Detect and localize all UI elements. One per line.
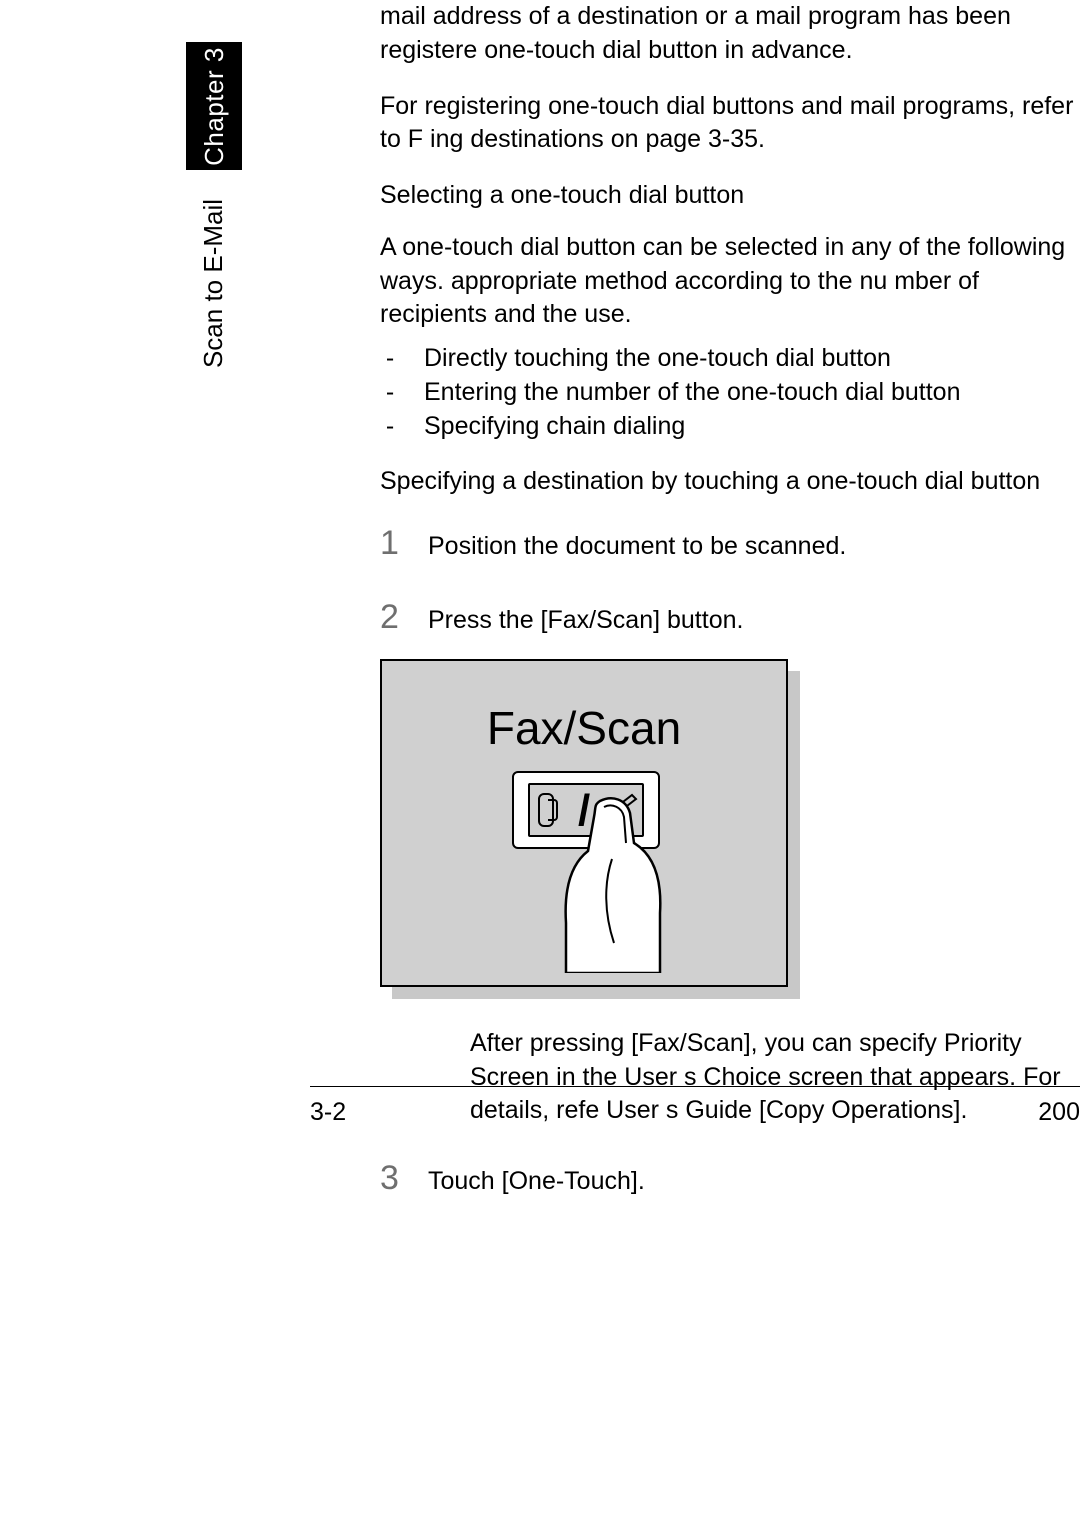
list-item: - Entering the number of the one-touch d… xyxy=(384,376,1080,410)
step-number: 3 xyxy=(380,1156,400,1202)
bullet-dash: - xyxy=(384,342,396,376)
step-item: 3 Touch [One-Touch]. xyxy=(380,1156,1080,1202)
paragraph: For registering one-touch dial buttons a… xyxy=(380,90,1080,158)
side-section-text: Scan to E-Mail xyxy=(199,198,230,367)
page-number: 3-2 xyxy=(310,1098,346,1127)
step-text: Position the document to be scanned. xyxy=(428,526,1080,564)
figure-label: Fax/Scan xyxy=(382,697,786,759)
figure-panel: Fax/Scan / xyxy=(380,659,788,987)
step-item: 2 Press the [Fax/Scan] button. xyxy=(380,595,1080,641)
subheading: Selecting a one-touch dial button xyxy=(380,179,1080,213)
list-item: - Directly touching the one-touch dial b… xyxy=(384,342,1080,376)
bullet-text: Directly touching the one-touch dial but… xyxy=(424,342,1080,376)
step-text: Press the [Fax/Scan] button. xyxy=(428,600,1080,638)
footer-right: 200 xyxy=(1038,1098,1080,1127)
footer-rule xyxy=(310,1086,1080,1087)
document-glyph-icon xyxy=(548,799,558,821)
step-item: 1 Position the document to be scanned. xyxy=(380,521,1080,567)
bullet-dash: - xyxy=(384,410,396,444)
step-number: 1 xyxy=(380,521,400,567)
paragraph: A one-touch dial button can be selected … xyxy=(380,231,1080,332)
finger-press-icon xyxy=(560,793,670,973)
paragraph: mail address of a destination or a mail … xyxy=(380,0,1080,68)
step-text: Touch [One-Touch]. xyxy=(428,1161,1080,1199)
main-content: mail address of a destination or a mail … xyxy=(380,0,1080,1230)
chapter-tab: Chapter 3 xyxy=(186,42,242,170)
list-item: - Specifying chain dialing xyxy=(384,410,1080,444)
chapter-tab-label: Chapter 3 xyxy=(199,47,230,166)
subheading: Specifying a destination by touching a o… xyxy=(380,465,1080,499)
bullet-dash: - xyxy=(384,376,396,410)
page: Chapter 3 Scan to E-Mail mail address of… xyxy=(0,0,1080,1529)
step-number: 2 xyxy=(380,595,400,641)
figure: Fax/Scan / xyxy=(380,659,1080,987)
bullet-text: Entering the number of the one-touch dia… xyxy=(424,376,1080,410)
bullet-text: Specifying chain dialing xyxy=(424,410,1080,444)
side-section-label: Scan to E-Mail xyxy=(196,188,232,378)
bullet-list: - Directly touching the one-touch dial b… xyxy=(384,342,1080,443)
footer: 3-2 200 xyxy=(310,1098,1080,1127)
